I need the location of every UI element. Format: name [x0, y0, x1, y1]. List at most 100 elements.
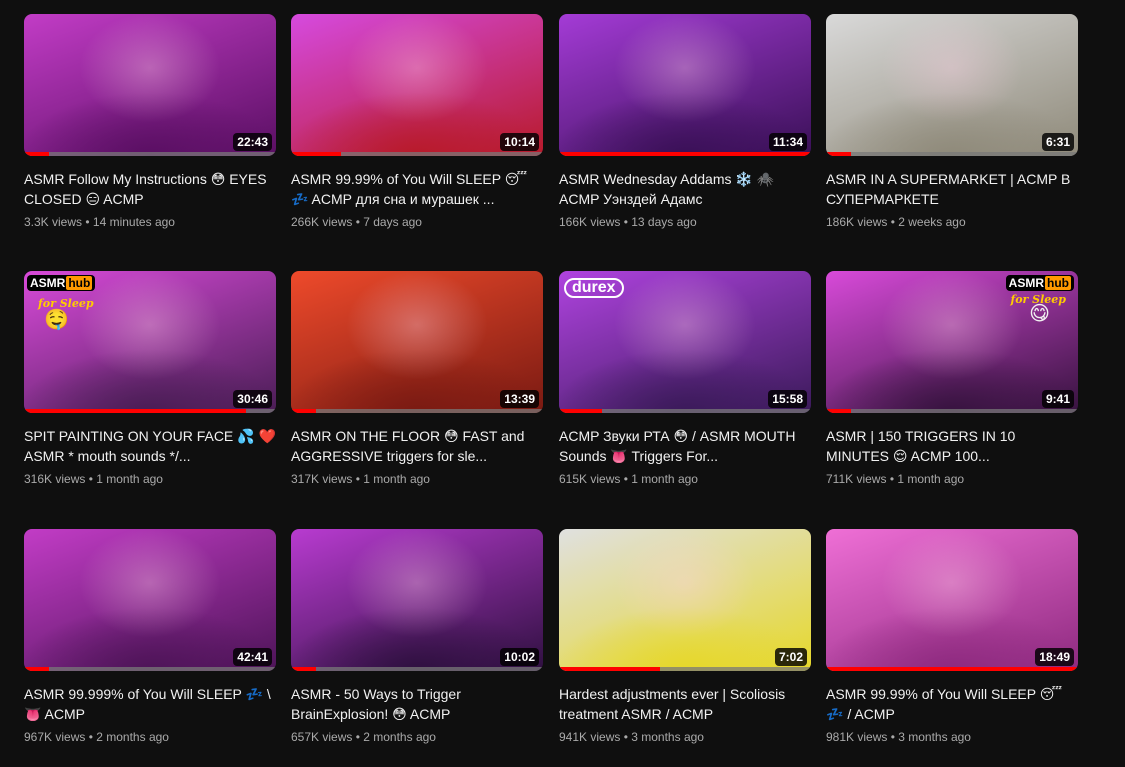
duration-badge: 30:46 [233, 390, 272, 408]
video-card[interactable]: 22:43 ASMR Follow My Instructions 😳 EYES… [24, 14, 276, 230]
view-count: 967K views [24, 730, 86, 744]
upload-age: 1 month ago [631, 472, 698, 486]
upload-age: 3 months ago [898, 730, 971, 744]
view-count: 266K views [291, 215, 353, 229]
video-title[interactable]: ASMR 99.99% of You Will SLEEP 😴 💤 / ACMP [826, 684, 1078, 724]
view-count: 657K views [291, 730, 353, 744]
asmrhub-logo: ASMR hub [27, 275, 96, 291]
watch-progress-fill [559, 667, 660, 671]
view-count: 316K views [24, 472, 86, 486]
video-title[interactable]: ACMP Звуки РТА 😳 / ASMR MOUTH Sounds 👅 T… [559, 426, 811, 466]
watch-progress [291, 409, 543, 413]
watch-progress-fill [559, 152, 811, 156]
upload-age: 2 months ago [96, 730, 169, 744]
video-thumbnail[interactable]: 10:14 [291, 14, 543, 156]
video-meta: 967K views • 2 months ago [24, 730, 169, 744]
video-title[interactable]: ASMR | 150 TRIGGERS IN 10 MINUTES 😌 ACMP… [826, 426, 1078, 466]
video-title[interactable]: ASMR Wednesday Addams ❄️ 🕷️ ACMP Уэнздей… [559, 169, 811, 209]
duration-badge: 7:02 [774, 648, 807, 666]
video-title[interactable]: ASMR ON THE FLOOR 😳 FAST and AGGRESSIVE … [291, 426, 543, 466]
video-meta: 3.3K views • 14 minutes ago [24, 215, 175, 229]
watch-progress [826, 409, 1078, 413]
watch-progress-fill [559, 409, 602, 413]
duration-badge: 42:41 [233, 648, 272, 666]
video-title[interactable]: ASMR 99.99% of You Will SLEEP 😴 💤 ACMP д… [291, 169, 543, 209]
video-thumbnail[interactable]: durex 15:58 [559, 271, 811, 413]
video-thumbnail[interactable]: 10:02 [291, 529, 543, 671]
video-card[interactable]: ASMR hub for Sleep 😋 9:41 ASMR | 150 TRIG… [826, 271, 1078, 487]
watch-progress-fill [826, 667, 1078, 671]
video-thumbnail[interactable]: 42:41 [24, 529, 276, 671]
video-title[interactable]: ASMR Follow My Instructions 😳 EYES CLOSE… [24, 169, 276, 209]
view-count: 166K views [559, 215, 621, 229]
watch-progress [826, 667, 1078, 671]
asmrhub-logo: ASMR hub [1005, 275, 1074, 291]
view-count: 317K views [291, 472, 353, 486]
upload-age: 13 days ago [631, 215, 697, 229]
video-title[interactable]: ASMR - 50 Ways to Trigger BrainExplosion… [291, 684, 543, 724]
upload-age: 7 days ago [363, 215, 422, 229]
upload-age: 1 month ago [897, 472, 965, 486]
video-thumbnail[interactable]: ASMR hub for Sleep 😋 9:41 [826, 271, 1078, 413]
upload-age: 1 month ago [96, 472, 163, 486]
duration-badge: 10:14 [500, 133, 539, 151]
yum-face-icon: 😋 [1029, 303, 1050, 325]
video-thumbnail[interactable]: ASMR hub for Sleep 🤤 30:46 [24, 271, 276, 413]
video-title[interactable]: SPIT PAINTING ON YOUR FACE 💦 ❤️ ASMR * m… [24, 426, 276, 466]
watch-progress-fill [24, 667, 50, 671]
video-meta: 941K views • 3 months ago [559, 730, 704, 744]
video-thumbnail[interactable]: 22:43 [24, 14, 276, 156]
video-meta: 711K views • 1 month ago [826, 472, 965, 486]
view-count: 941K views [559, 730, 621, 744]
thumbnail-image [559, 529, 811, 671]
video-meta: 316K views • 1 month ago [24, 472, 163, 486]
video-card[interactable]: ASMR hub for Sleep 🤤 30:46 SPIT PAINTING … [24, 271, 276, 487]
watch-progress-fill [24, 152, 50, 156]
duration-badge: 22:43 [233, 133, 272, 151]
duration-badge: 9:41 [1041, 390, 1074, 408]
watch-progress [559, 409, 811, 413]
watch-progress-fill [291, 667, 317, 671]
video-thumbnail[interactable]: 11:34 [559, 14, 811, 156]
video-thumbnail[interactable]: 7:02 [559, 529, 811, 671]
drooling-face-icon: 🤤 [44, 309, 69, 331]
video-meta: 166K views • 13 days ago [559, 215, 697, 229]
durex-logo: durex [564, 278, 624, 298]
video-card[interactable]: 13:39 ASMR ON THE FLOOR 😳 FAST and AGGRE… [291, 271, 543, 487]
duration-badge: 18:49 [1035, 648, 1074, 666]
watch-progress-fill [826, 409, 852, 413]
video-card[interactable]: 42:41 ASMR 99.999% of You Will SLEEP 💤 \… [24, 529, 276, 745]
view-count: 981K views [826, 730, 888, 744]
watch-progress [291, 667, 543, 671]
duration-badge: 13:39 [500, 390, 539, 408]
video-meta: 615K views • 1 month ago [559, 472, 698, 486]
video-thumbnail[interactable]: 13:39 [291, 271, 543, 413]
watch-progress [24, 152, 276, 156]
video-thumbnail[interactable]: 6:31 [826, 14, 1078, 156]
view-count: 615K views [559, 472, 621, 486]
watch-progress [559, 667, 811, 671]
thumbnail-image [826, 14, 1078, 156]
upload-age: 2 weeks ago [898, 215, 966, 229]
video-title[interactable]: ASMR 99.999% of You Will SLEEP 💤 \ 👅 ACM… [24, 684, 276, 724]
video-meta: 981K views • 3 months ago [826, 730, 971, 744]
upload-age: 3 months ago [631, 730, 704, 744]
video-card[interactable]: 6:31 ASMR IN A SUPERMARKET | ACMP В СУПЕ… [826, 14, 1078, 230]
video-meta: 657K views • 2 months ago [291, 730, 436, 744]
video-card[interactable]: 18:49 ASMR 99.99% of You Will SLEEP 😴 💤 … [826, 529, 1078, 745]
video-card[interactable]: 10:14 ASMR 99.99% of You Will SLEEP 😴 💤 … [291, 14, 543, 230]
upload-age: 2 months ago [363, 730, 436, 744]
video-card[interactable]: 10:02 ASMR - 50 Ways to Trigger BrainExp… [291, 529, 543, 745]
duration-badge: 10:02 [500, 648, 539, 666]
video-meta: 186K views • 2 weeks ago [826, 215, 966, 229]
video-thumbnail[interactable]: 18:49 [826, 529, 1078, 671]
view-count: 3.3K views [24, 215, 83, 229]
video-card[interactable]: 7:02 Hardest adjustments ever | Scoliosi… [559, 529, 811, 745]
video-card[interactable]: 11:34 ASMR Wednesday Addams ❄️ 🕷️ ACMP У… [559, 14, 811, 230]
view-count: 186K views [826, 215, 888, 229]
video-card[interactable]: durex 15:58 ACMP Звуки РТА 😳 / ASMR MOUT… [559, 271, 811, 487]
video-meta: 266K views • 7 days ago [291, 215, 422, 229]
video-title[interactable]: ASMR IN A SUPERMARKET | ACMP В СУПЕРМАРК… [826, 169, 1078, 209]
watch-progress-fill [826, 152, 852, 156]
video-title[interactable]: Hardest adjustments ever | Scoliosis tre… [559, 684, 811, 724]
